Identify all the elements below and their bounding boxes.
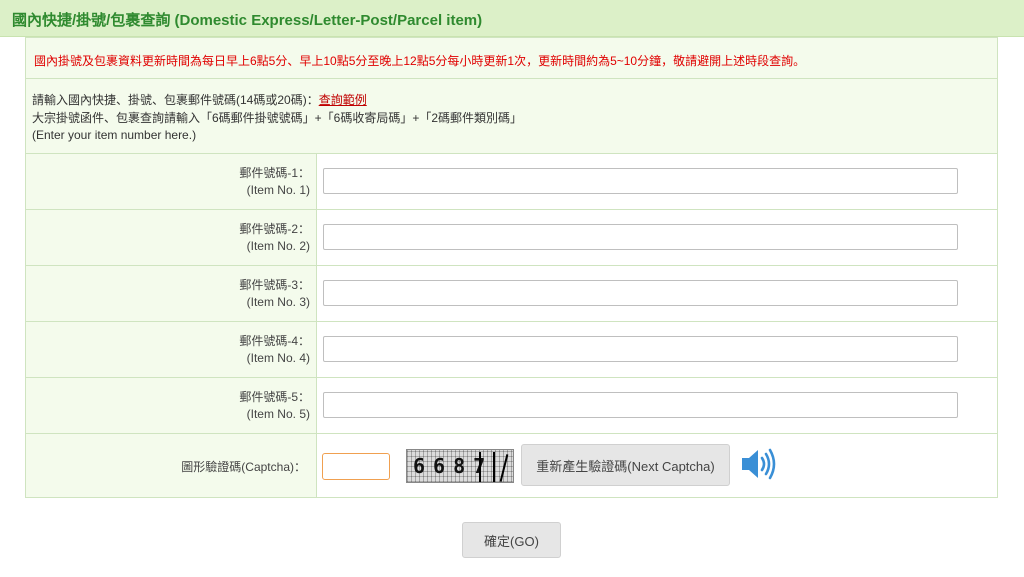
captcha-image: 6687	[406, 449, 514, 483]
item-label-en-1: (Item No. 1)	[246, 183, 310, 197]
captcha-noise-line	[493, 452, 495, 482]
item-row-5: 郵件號碼-5： (Item No. 5)	[26, 378, 997, 434]
item-row-1: 郵件號碼-1： (Item No. 1)	[26, 154, 997, 210]
captcha-input[interactable]	[322, 453, 390, 480]
item-row-3: 郵件號碼-3： (Item No. 3)	[26, 266, 997, 322]
instruction-line-3: (Enter your item number here.)	[32, 128, 197, 142]
item-number-input-5[interactable]	[323, 392, 958, 418]
item-label-zh-4: 郵件號碼-4：	[239, 334, 310, 348]
item-label-en-4: (Item No. 4)	[246, 351, 310, 365]
item-number-input-2[interactable]	[323, 224, 958, 250]
item-number-input-4[interactable]	[323, 336, 958, 362]
item-number-input-1[interactable]	[323, 168, 958, 194]
instructions: 請輸入國內快捷、掛號、包裹郵件號碼(14碼或20碼)：查詢範例 大宗掛號函件、包…	[26, 79, 997, 154]
item-number-input-3[interactable]	[323, 280, 958, 306]
item-label-zh-5: 郵件號碼-5：	[239, 390, 310, 404]
item-label-cell-5: 郵件號碼-5： (Item No. 5)	[26, 378, 317, 433]
query-example-link[interactable]: 查詢範例	[319, 93, 367, 107]
instruction-line-1-text: 請輸入國內快捷、掛號、包裹郵件號碼(14碼或20碼)：	[32, 93, 319, 107]
item-label-zh-1: 郵件號碼-1：	[239, 166, 310, 180]
query-panel: 國內掛號及包裹資料更新時間為每日早上6點5分、早上10點5分至晚上12點5分每小…	[25, 37, 998, 498]
item-label-cell-3: 郵件號碼-3： (Item No. 3)	[26, 266, 317, 321]
page-title: 國內快捷/掛號/包裹查詢 (Domestic Express/Letter-Po…	[12, 12, 483, 29]
item-label-zh-2: 郵件號碼-2：	[239, 222, 310, 236]
item-label-en-5: (Item No. 5)	[246, 407, 310, 421]
item-label-en-3: (Item No. 3)	[246, 295, 310, 309]
item-row-2: 郵件號碼-2： (Item No. 2)	[26, 210, 997, 266]
item-row-4: 郵件號碼-4： (Item No. 4)	[26, 322, 997, 378]
item-label-cell-4: 郵件號碼-4： (Item No. 4)	[26, 322, 317, 377]
captcha-row: 圖形驗證碼(Captcha)： 6687 重新產生驗證碼(Next Captch…	[26, 434, 997, 497]
captcha-image-text: 6687	[413, 454, 494, 478]
captcha-label: 圖形驗證碼(Captcha)：	[181, 460, 306, 474]
item-label-cell-2: 郵件號碼-2： (Item No. 2)	[26, 210, 317, 265]
item-label-cell-1: 郵件號碼-1： (Item No. 1)	[26, 154, 317, 209]
page-header: 國內快捷/掛號/包裹查詢 (Domestic Express/Letter-Po…	[0, 0, 1024, 37]
speaker-icon[interactable]	[740, 447, 776, 481]
captcha-noise-line	[499, 454, 509, 482]
instruction-line-2: 大宗掛號函件、包裹查詢請輸入「6碼郵件掛號號碼」+「6碼收寄局碼」+「2碼郵件類…	[32, 111, 523, 125]
item-label-zh-3: 郵件號碼-3：	[239, 278, 310, 292]
update-notice-text: 國內掛號及包裹資料更新時間為每日早上6點5分、早上10點5分至晚上12點5分每小…	[34, 54, 806, 68]
captcha-label-cell: 圖形驗證碼(Captcha)：	[26, 434, 317, 497]
instruction-line-1: 請輸入國內快捷、掛號、包裹郵件號碼(14碼或20碼)：查詢範例	[32, 91, 367, 108]
update-notice: 國內掛號及包裹資料更新時間為每日早上6點5分、早上10點5分至晚上12點5分每小…	[26, 38, 997, 79]
item-label-en-2: (Item No. 2)	[246, 239, 310, 253]
next-captcha-button[interactable]: 重新產生驗證碼(Next Captcha)	[521, 444, 730, 486]
go-button[interactable]: 確定(GO)	[462, 522, 561, 558]
captcha-noise-line	[479, 452, 481, 482]
